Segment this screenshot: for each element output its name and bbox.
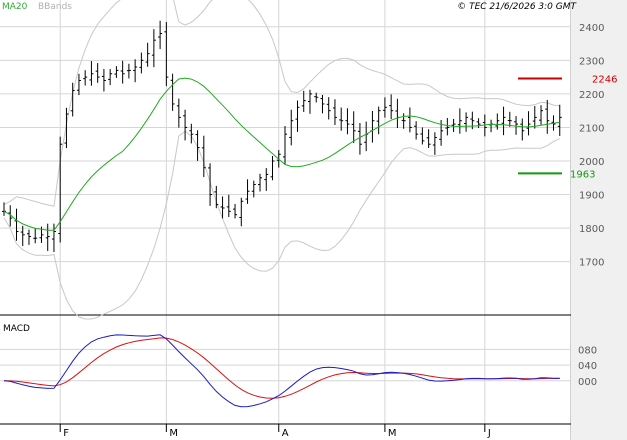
ohlc-bar (557, 104, 562, 136)
macd-title: MACD (3, 324, 30, 334)
macd-y-tick-label: 000 (578, 377, 597, 388)
ohlc-bar (201, 135, 206, 177)
ohlc-bar (283, 125, 287, 165)
ohlc-bar (407, 107, 412, 133)
ohlc-bar (320, 94, 325, 114)
bband-lower (3, 130, 561, 320)
ohlc-bar (95, 63, 100, 83)
ohlc-bar (307, 89, 312, 114)
price-y-tick-label: 2400 (579, 23, 604, 34)
macd-panel-lines (3, 334, 560, 408)
ohlc-bar (526, 111, 531, 136)
ohlc-bar (151, 29, 156, 68)
ohlc-bar (76, 73, 81, 96)
grid-lines (0, 0, 571, 424)
ohlc-bar (401, 113, 406, 129)
ohlc-bar (114, 66, 119, 78)
ohlc-bar (195, 130, 200, 161)
ohlc-bar (345, 108, 350, 135)
ohlc-bar (226, 194, 231, 218)
ohlc-bar (83, 70, 88, 86)
ohlc-bar (364, 121, 369, 152)
resistance-label: 2246 (592, 74, 617, 85)
month-label: A (282, 428, 289, 439)
bollinger-bands (3, 0, 561, 320)
ohlc-bar (239, 197, 244, 227)
price-y-tick-label: 1800 (579, 224, 604, 235)
ohlc-bar (445, 118, 450, 136)
month-label: M (388, 428, 397, 439)
ohlc-bar (245, 179, 250, 204)
ohlc-bar (326, 97, 331, 120)
bband-upper (3, 0, 560, 207)
ohlc-bar (395, 98, 400, 128)
ohlc-bar (414, 121, 419, 140)
ohlc-bar (139, 52, 144, 74)
ohlc-bar (26, 229, 31, 245)
ohlc-bar (64, 107, 69, 149)
month-label: F (63, 428, 69, 439)
ohlc-bar (382, 97, 387, 118)
ohlc-bar (489, 119, 494, 133)
ohlc-bar (189, 123, 194, 144)
price-y-tick-label: 1700 (579, 258, 604, 269)
ohlc-bar (520, 118, 525, 141)
ohlc-bar (432, 132, 437, 155)
ohlc-bar (101, 69, 106, 92)
price-y-tick-label: 1900 (579, 191, 604, 202)
month-label: J (487, 428, 491, 439)
ohlc-bar (145, 42, 150, 67)
ohlc-bar (258, 173, 263, 192)
ohlc-bar (457, 108, 462, 134)
ohlc-bar (170, 73, 175, 111)
ohlc-bar (126, 63, 131, 79)
price-y-tick-label: 2100 (579, 123, 604, 134)
price-chart-svg: 2246 1963 1700 1800 1900 2000 2100 2200 2300 240… (0, 0, 627, 440)
ohlc-bars (2, 20, 562, 253)
price-y-tick-label: 2000 (579, 157, 604, 168)
ohlc-bar (120, 60, 125, 84)
ohlc-bar (176, 98, 181, 128)
ohlc-bar (451, 118, 456, 133)
legend-bbands: BBands (38, 2, 72, 12)
ohlc-bar (183, 109, 188, 141)
ohlc-bar (270, 155, 275, 181)
ohlc-bar (539, 105, 544, 125)
ohlc-bar (233, 204, 238, 219)
ohlc-bar (108, 69, 113, 86)
macd-y-tick-label: 040 (578, 361, 597, 372)
ohlc-bar (420, 127, 425, 145)
price-y-tick-label: 2300 (579, 56, 604, 67)
legend-ma20: MA20 (2, 2, 28, 12)
ohlc-bar (464, 112, 469, 132)
ohlc-bar (133, 59, 138, 83)
macd-y-tick-label: 080 (578, 345, 597, 356)
ohlc-bar (426, 129, 431, 148)
axis-sidebar-edge (570, 0, 571, 440)
ohlc-bar (370, 110, 375, 143)
ohlc-bar (89, 61, 94, 86)
ohlc-bar (332, 99, 337, 125)
month-label: M (169, 428, 178, 439)
ohlc-bar (501, 106, 506, 136)
copyright-text: © TEC 21/6/2026 3:0 GMT (457, 2, 577, 12)
ohlc-bar (164, 22, 169, 87)
ohlc-bar (14, 208, 19, 241)
ohlc-bar (33, 228, 38, 244)
ohlc-bar (545, 99, 550, 134)
macd-signal-line (3, 337, 560, 399)
chart-widget: 2246 1963 1700 1800 1900 2000 2100 2200 2300 240… (0, 0, 627, 440)
ohlc-bar (532, 105, 537, 129)
ohlc-bar (507, 111, 512, 127)
ohlc-bar (158, 20, 163, 50)
ohlc-bar (476, 118, 481, 129)
support-label: 1963 (570, 169, 595, 180)
ohlc-bar (20, 225, 25, 247)
price-y-tick-label: 2200 (579, 90, 604, 101)
ohlc-bar (264, 168, 269, 191)
ohlc-bar (389, 94, 394, 120)
macd-line (3, 334, 560, 408)
ohlc-bar (376, 106, 381, 135)
ohlc-bar (208, 163, 213, 206)
